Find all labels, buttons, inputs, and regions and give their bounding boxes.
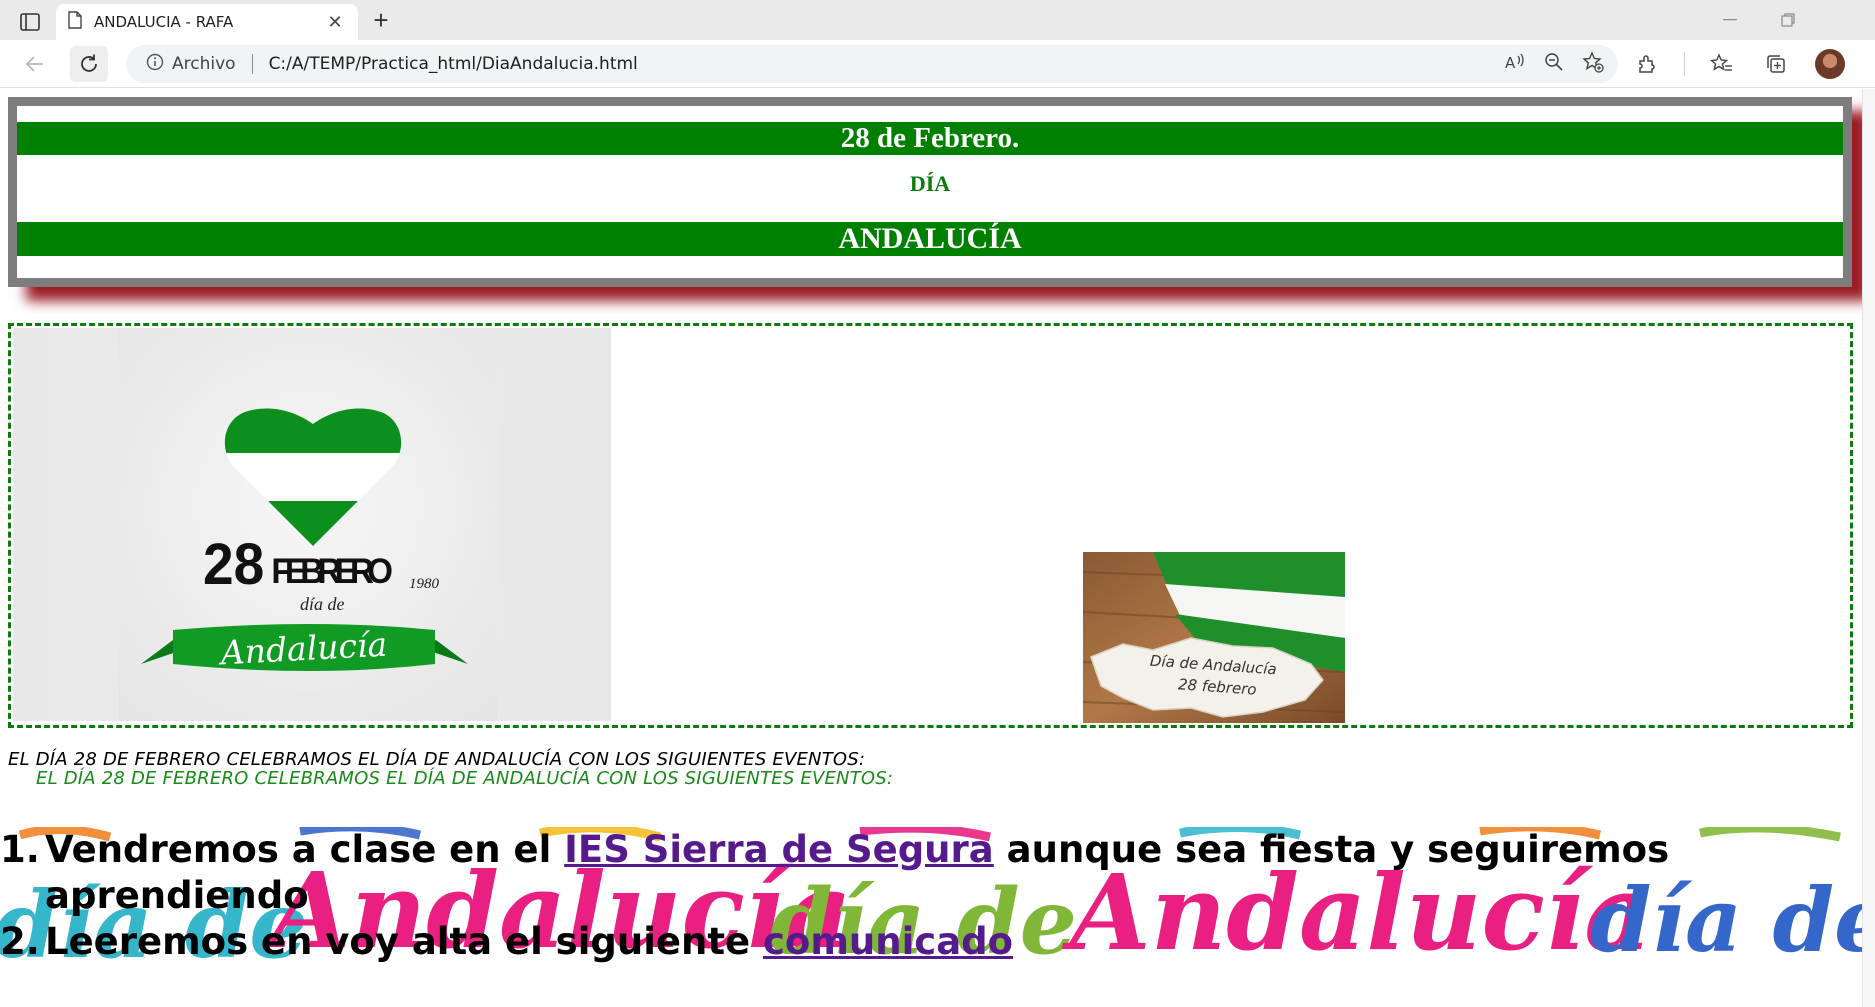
extensions-icon[interactable]	[1630, 47, 1664, 81]
avatar	[1815, 49, 1845, 79]
favorites-icon[interactable]	[1705, 47, 1739, 81]
address-separator	[251, 54, 253, 74]
ies-sierra-de-segura-link[interactable]: IES Sierra de Segura	[564, 828, 994, 871]
read-aloud-icon[interactable]: A	[1504, 52, 1526, 77]
poster-dia-de: día de	[300, 594, 345, 614]
vertical-scrollbar[interactable]	[1862, 89, 1875, 1007]
comunicado-link[interactable]: comunicado	[763, 920, 1013, 963]
close-tab-icon[interactable]: ✕	[324, 12, 346, 33]
list-item: 1. Vendremos a clase en el IES Sierra de …	[0, 827, 1862, 919]
new-tab-button[interactable]: +	[364, 6, 398, 36]
intro-text: EL DÍA 28 DE FEBRERO CELEBRAMOS EL DÍA D…	[8, 749, 866, 770]
info-icon[interactable]	[146, 53, 164, 76]
browser-toolbar: Archivo C:/A/TEMP/Practica_html/DiaAndal…	[0, 40, 1875, 88]
banner-date: 28 de Febrero.	[17, 122, 1843, 155]
poster-image: 28 FEBRERO 1980 día de Andalucía	[13, 328, 611, 721]
title-banner: 28 de Febrero. DÍA ANDALUCÍA	[8, 97, 1852, 287]
poster-month: FEBRERO	[271, 552, 393, 591]
banner-andalucia: ANDALUCÍA	[17, 222, 1843, 256]
list-item: 2. Leeremos en voy alta el siguiente comu…	[0, 919, 1862, 965]
reload-icon	[81, 54, 97, 72]
collections-icon[interactable]	[1759, 47, 1793, 81]
restore-button[interactable]	[1759, 0, 1817, 40]
page-icon	[68, 10, 82, 34]
tab-strip: ANDALUCIA - RAFA ✕ +	[0, 0, 1875, 40]
toolbar-separator	[1684, 52, 1685, 76]
images-section: 28 FEBRERO 1980 día de Andalucía Día de …	[8, 323, 1853, 728]
intro-text-green: EL DÍA 28 DE FEBRERO CELEBRAMOS EL DÍA D…	[36, 768, 894, 789]
profile-avatar[interactable]	[1813, 47, 1847, 81]
poster-day: 28	[203, 532, 264, 597]
page-viewport: 28 de Febrero. DÍA ANDALUCÍA 28 FEBRERO	[0, 89, 1862, 1007]
close-window-button[interactable]	[1817, 0, 1875, 40]
flag-note-photo: Día de Andalucía 28 febrero	[1083, 552, 1345, 723]
banner-dia: DÍA	[909, 171, 951, 196]
scheme-label: Archivo	[172, 54, 236, 74]
reload-button[interactable]	[70, 46, 108, 82]
url-text[interactable]: C:/A/TEMP/Practica_html/DiaAndalucia.htm…	[269, 54, 638, 74]
address-actions: A	[1504, 45, 1604, 83]
svg-text:A: A	[1505, 54, 1516, 72]
tab-title: ANDALUCIA - RAFA	[94, 13, 234, 31]
event-text-before: Vendremos a clase en el	[45, 828, 565, 871]
poster-year: 1980	[409, 576, 440, 592]
tab-actions-icon[interactable]	[12, 8, 48, 36]
toolbar-icons	[1630, 46, 1847, 82]
add-favorite-icon[interactable]	[1582, 50, 1604, 78]
events-list: 1. Vendremos a clase en el IES Sierra de …	[0, 827, 1862, 965]
active-tab[interactable]: ANDALUCIA - RAFA ✕	[56, 4, 358, 40]
minimize-button[interactable]	[1701, 0, 1759, 40]
events-section: día de Andalucía día de Andalucía día de…	[0, 827, 1862, 969]
list-number: 1.	[0, 828, 40, 871]
back-button[interactable]	[16, 46, 54, 82]
list-number: 2.	[0, 920, 40, 963]
window-controls	[1701, 0, 1875, 40]
zoom-out-icon[interactable]	[1544, 52, 1564, 77]
address-bar[interactable]: Archivo C:/A/TEMP/Practica_html/DiaAndal…	[126, 45, 1618, 83]
event-text-before: Leeremos en voy alta el siguiente	[45, 920, 763, 963]
back-arrow-icon	[25, 56, 43, 72]
